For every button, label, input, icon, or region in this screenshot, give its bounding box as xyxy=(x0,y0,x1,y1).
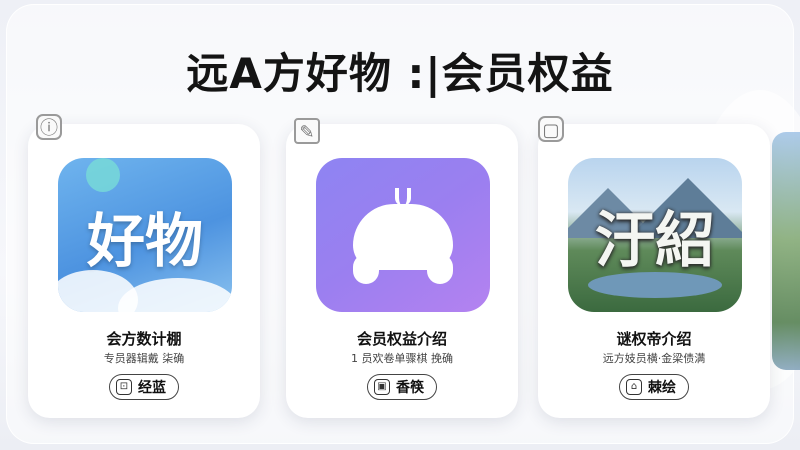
button-label: 棘绘 xyxy=(648,380,676,396)
button-label: 香筷 xyxy=(396,380,424,396)
frame-icon: ▢ xyxy=(538,116,564,142)
tile-label: 好物 xyxy=(86,207,203,275)
gift-icon: ⊡ xyxy=(116,379,132,395)
mascot-icon xyxy=(353,188,453,284)
card-subtitle: 远方妓员横·金梁债满 xyxy=(602,352,706,365)
card-subtitle: 1 员欢卷单骤棋 挽确 xyxy=(351,352,453,365)
tile-mascot[interactable] xyxy=(316,158,490,312)
home-icon: ⌂ xyxy=(626,379,642,395)
card-title: 会方数计棚 xyxy=(106,330,182,348)
card-subtitle: 专员器辑戴 柒确 xyxy=(103,352,185,365)
cloud-decoration xyxy=(118,278,232,312)
sun-decoration xyxy=(86,158,120,192)
tile-haowu[interactable]: 好物 xyxy=(58,158,232,312)
card-action-button[interactable]: ⊡ 经蓝 xyxy=(109,374,179,400)
page-title: 远A方好物 :|会员权益 xyxy=(186,49,614,98)
tile-label: 汙紹 xyxy=(595,206,715,276)
card-title: 谜权帝介绍 xyxy=(616,330,692,348)
info-icon: ⓘ xyxy=(36,114,62,140)
card-action-button[interactable]: ⌂ 棘绘 xyxy=(619,374,689,400)
card-member-benefits[interactable]: ✎ 会员权益介绍 1 员欢卷单骤棋 挽确 ▣ 香筷 xyxy=(286,118,518,418)
next-card-peek[interactable] xyxy=(772,132,800,370)
card-title: 会员权益介绍 xyxy=(356,330,447,348)
ticket-icon: ▣ xyxy=(374,379,390,395)
chat-icon: ✎ xyxy=(294,118,320,144)
card-action-button[interactable]: ▣ 香筷 xyxy=(367,374,437,400)
card-rights-intro[interactable]: ▢ 汙紹 谜权帝介绍 远方妓员横·金梁债满 ⌂ 棘绘 xyxy=(538,116,770,418)
button-label: 经蓝 xyxy=(138,380,166,396)
tile-landscape[interactable]: 汙紹 xyxy=(568,158,742,312)
card-haowu[interactable]: ⓘ 好物 会方数计棚 专员器辑戴 柒确 ⊡ 经蓝 xyxy=(28,114,260,418)
